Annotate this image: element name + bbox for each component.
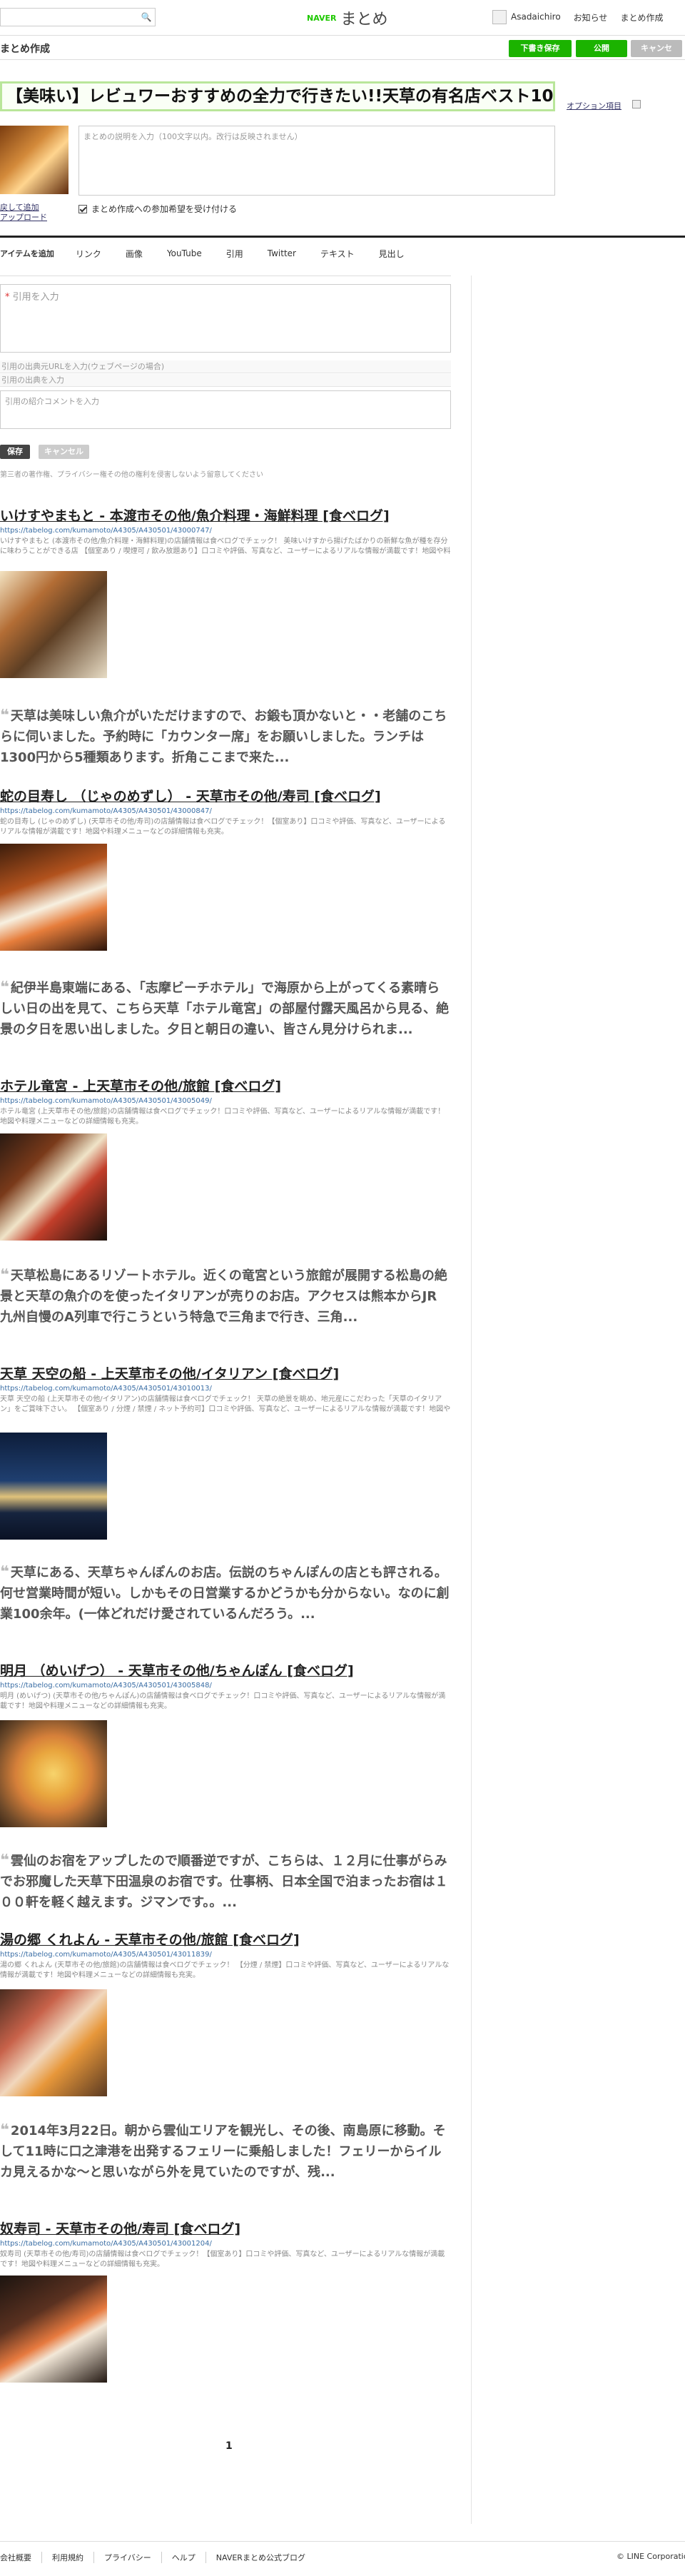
item-url[interactable]: https://tabelog.com/kumamoto/A4305/A4305… [0,1682,457,1689]
quote-input[interactable]: * 引用を入力 [0,284,451,353]
quote-mark-icon: ❝ [0,707,9,724]
logo-naver: NAVER [307,13,337,23]
tab-youtube[interactable]: YouTube [167,248,202,258]
source-url-input[interactable]: 引用の出典元URLを入力(ウェブページの場合) [0,360,451,373]
tab-image[interactable]: 画像 [126,248,143,260]
item-quote: ❝ 天草松島にあるリゾートホテル。近くの竜宮という旅館が展開する松島の絶景と天草の… [0,1266,447,1325]
tab-heading[interactable]: 見出し [379,248,405,260]
page-title: まとめ作成 [0,44,50,55]
user-link[interactable]: Asadaichiro [492,10,561,24]
thumbnail-image [0,126,68,194]
option-link[interactable]: オプション項目 [567,100,621,111]
item-photo [0,1133,107,1241]
item-url[interactable]: https://tabelog.com/kumamoto/A4305/A4305… [0,1097,457,1105]
item-tabs: アイテムを追加 リンク 画像 YouTube 引用 Twitter テキスト 見… [0,245,685,262]
tab-add-item: アイテムを追加 [0,249,54,258]
item-description: ホテル竜宮 (上天草市その他/旅館)の店舗情報は食べログでチェック！口コミや評価… [0,1108,445,1126]
copyright: © LINE Corporation [616,2552,685,2561]
search-input[interactable] [0,8,156,26]
thumbnail-upload-link[interactable]: アップロード [0,213,47,223]
footer-link-privacy[interactable]: プライバシー [94,2552,162,2563]
comment-input[interactable]: 引用の紹介コメントを入力 [0,390,451,429]
logo-matome: まとめ [340,11,388,29]
source-input[interactable]: 引用の出典を入力 [0,374,451,387]
avatar [492,10,507,24]
item-photo [0,1989,107,2096]
item-description: 湯の郷 くれよん (天草市その他/旅館)の店舗情報は食べログでチェック！ 【分煙… [0,1961,450,1979]
thumbnail-links: 戻して追加 アップロード [0,203,47,223]
tab-text[interactable]: テキスト [320,248,355,260]
tab-link[interactable]: リンク [76,248,101,260]
item-title[interactable]: いけすやまもと - 本渡市その他/魚介料理・海鮮料理 [食べログ] [0,505,457,525]
item-url[interactable]: https://tabelog.com/kumamoto/A4305/A4305… [0,1951,457,1959]
thumbnail-change-link[interactable]: 戻して追加 [0,203,47,213]
item-quote: ❝ 紀伊半島東端にある、「志摩ビーチホテル」で海原から上がってくる素晴らしい日の出… [0,979,450,1037]
copyright-notice: 第三者の著作権、プライバシー権その他の権利を侵害しないよう留意してください [0,471,263,479]
quote-mark-icon: ❝ [0,1266,9,1284]
item-photo [0,1720,107,1827]
item-description: いけすやまもと (本渡市その他/魚介料理・海鮮料理)の店舗情報は食べログでチェッ… [0,537,451,555]
checkbox-icon[interactable] [78,204,87,213]
quote-mark-icon: ❝ [0,1852,9,1869]
quote-placeholder: 引用を入力 [12,292,59,303]
item-description: 天草 天空の船 (上天草市その他/イタリアン)の店舗情報は食べログでチェック！ … [0,1395,451,1413]
quote-cancel-button[interactable]: キャンセル [39,445,89,459]
quote-mark-icon: ❝ [0,2121,9,2139]
item-title[interactable]: ホテル竜宮 - 上天草市その他/旅館 [食べログ] [0,1076,457,1095]
user-menu: Asadaichiro お知らせ まとめ作成 [492,9,663,26]
item-url[interactable]: https://tabelog.com/kumamoto/A4305/A4305… [0,1385,457,1393]
footer-links: 会社概要 利用規約 プライバシー ヘルプ NAVERまとめ公式ブログ [0,2552,315,2563]
item-quote: ❝ 雲仙のお宿をアップしたので順番逆ですが、こちらは、１２月に仕事がらみでお邪魔し… [0,1852,448,1910]
item-title[interactable]: 奴寿司 - 天草市その他/寿司 [食べログ] [0,2218,457,2238]
item-quote: ❝ 2014年3月22日。朝から雲仙エリアを観光し、その後、南島原に移動。そして1… [0,2121,446,2180]
item-title[interactable]: 湯の郷 くれよん - 天草市その他/旅館 [食べログ] [0,1929,457,1949]
item-description: 明月 (めいげつ) (天草市その他/ちゃんぽん)の店舗情報は食べログでチェック！… [0,1692,446,1710]
required-mark: * [5,292,10,303]
participation-label: まとめ作成への参加希望を受け付ける [91,204,238,214]
quote-save-button[interactable]: 保存 [0,445,30,459]
item-title[interactable]: 天草 天空の船 - 上天草市その他/イタリアン [食べログ] [0,1363,457,1383]
tab-twitter[interactable]: Twitter [268,248,296,258]
publish-button[interactable]: 公開 [576,40,627,57]
tab-quote[interactable]: 引用 [226,248,243,260]
item-photo [0,1433,107,1540]
option-toggle-icon[interactable] [632,100,641,108]
footer-link-blog[interactable]: NAVERまとめ公式ブログ [206,2552,315,2563]
divider [0,236,685,238]
participation-checkbox-row[interactable]: まとめ作成への参加希望を受け付ける [78,203,237,215]
footer: 会社概要 利用規約 プライバシー ヘルプ NAVERまとめ公式ブログ © LIN… [0,2541,685,2570]
pagination-current[interactable]: 1 [225,2440,233,2452]
item-photo [0,571,107,678]
item-title[interactable]: 明月 （めいげつ） - 天草市その他/ちゃんぽん [食べログ] [0,1660,457,1680]
notifications-link[interactable]: お知らせ [574,11,608,24]
item-quote: ❝ 天草にある、天草ちゃんぽんのお店。伝説のちゃんぽんの店とも評される。何せ営業時… [0,1563,450,1622]
item-title[interactable]: 蛇の目寿し （じゃのめずし） - 天草市その他/寿司 [食べログ] [0,786,457,805]
search-icon[interactable]: 🔍 [140,11,153,24]
quote-mark-icon: ❝ [0,1563,9,1581]
quote-mark-icon: ❝ [0,979,9,996]
footer-link-terms[interactable]: 利用規約 [42,2552,94,2563]
cancel-button[interactable]: キャンセル [631,40,682,70]
item-url[interactable]: https://tabelog.com/kumamoto/A4305/A4305… [0,807,457,815]
save-draft-button[interactable]: 下書き保存 [509,40,572,57]
site-logo[interactable]: NAVER まとめ [307,9,388,29]
item-url[interactable]: https://tabelog.com/kumamoto/A4305/A4305… [0,527,457,535]
title-input[interactable]: 【美味い】レビュワーおすすめの全力で行きたい!!天草の有名店ベスト10! [0,81,555,111]
item-quote: ❝ 天草は美味しい魚介がいただけますので、お鍛も頂かないと・・老舗のこちらに伺いま… [0,707,447,765]
item-photo [0,2276,107,2383]
footer-link-company[interactable]: 会社概要 [0,2552,42,2563]
item-description: 蛇の目寿し (じゃのめずし) (天草市その他/寿司)の店舗情報は食べログでチェッ… [0,818,446,836]
footer-link-help[interactable]: ヘルプ [162,2552,206,2563]
item-description: 奴寿司 (天草市その他/寿司)の店舗情報は食べログでチェック！【個室あり】口コミ… [0,2251,445,2268]
description-input[interactable]: まとめの説明を入力（100文字以内。改行は反映されません） [78,126,555,196]
item-photo [0,844,107,951]
sidebar-divider [471,276,472,2524]
item-url[interactable]: https://tabelog.com/kumamoto/A4305/A4305… [0,2240,457,2248]
create-link[interactable]: まとめ作成 [620,11,663,24]
user-name: Asadaichiro [511,11,561,22]
